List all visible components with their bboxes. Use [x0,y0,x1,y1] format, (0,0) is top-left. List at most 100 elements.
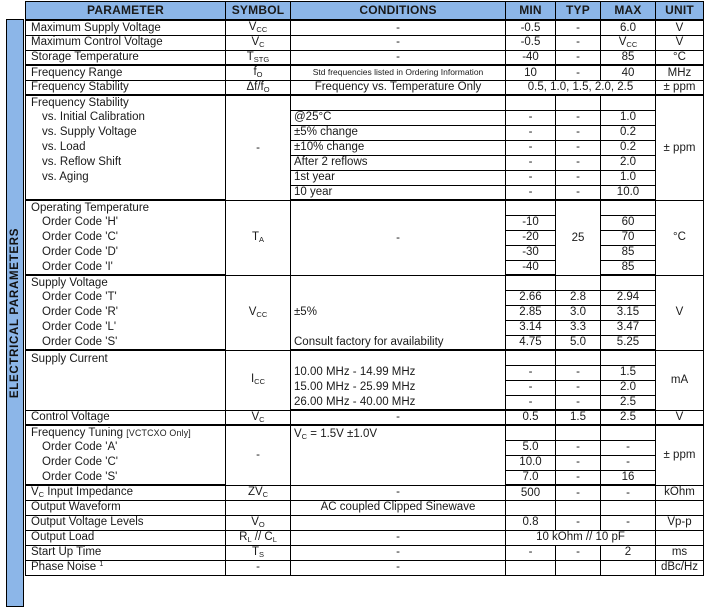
cell-max [600,499,656,516]
cell-max: 0.2 [600,124,656,141]
cell-min: -10 [505,214,556,231]
cell-parameter: Order Code 'A' [25,440,226,455]
column-header-typ: TYP [555,1,601,21]
cell-max: 1.0 [600,109,656,126]
cell-min: - [505,124,556,141]
cell-symbol: ZVC [225,484,291,501]
table-row-group-title: Supply Current ICC mA [25,349,704,411]
cell-symbol: VO [225,514,291,531]
cell-symbol: VCC [225,274,291,351]
column-header-conditions: CONDITIONS [290,1,506,21]
cell-max [600,199,656,216]
cell-unit: °C [655,199,704,276]
table-row: Output Waveform AC coupled Clipped Sinew… [25,499,704,516]
cell-parameter: vs. Supply Voltage [25,125,226,140]
cell-conditions: Frequency vs. Temperature Only [290,79,506,96]
cell-max [600,424,656,441]
cell-max: 85 [600,259,656,276]
cell-min: 0.8 [505,514,556,531]
parameters-table: PARAMETER SYMBOL CONDITIONS MIN TYP MAX … [25,1,704,576]
cell-symbol: VC [225,34,291,51]
table-row: Order Code 'T' 2.66 2.8 2.94 [25,289,704,306]
cell-typ: - [555,469,601,486]
column-header-max: MAX [600,1,656,21]
cell-conditions: 10 year [290,184,506,201]
cell-max: 0.2 [600,139,656,156]
column-header-min: MIN [505,1,556,21]
table-row: Order Code 'L' 3.14 3.3 3.47 [25,319,704,336]
cell-max: - [600,439,656,456]
table-row: Frequency Range fO Std frequencies liste… [25,64,704,81]
cell-min: 2.66 [505,289,556,306]
cell-parameter: Frequency Range [25,64,226,81]
cell-max: 1.5 [600,364,656,381]
cell-min: - [505,364,556,381]
cell-symbol: RL // CL [225,529,291,546]
cell-symbol: ICC [225,349,291,411]
cell-max: 2.5 [600,394,656,411]
cell-conditions: AC coupled Clipped Sinewave [290,499,506,516]
cell-conditions: @25°C [290,109,506,126]
cell-min: -40 [505,49,556,66]
cell-min: 7.0 [505,469,556,486]
group-title-text: Frequency Tuning [31,426,124,439]
cell-parameter: Order Code 'T' [25,290,226,305]
cell-unit: °C [655,49,704,66]
cell-typ [555,94,601,111]
table-row: VC Input Impedance ZVC - 500 - - kOhm [25,484,704,501]
cell-min: 2.85 [505,304,556,321]
cell-symbol [225,499,291,516]
cell-symbol: - [225,94,291,201]
cell-typ [555,424,601,441]
cell-symbol: VC [225,409,291,426]
table-row: Storage Temperature TSTG - -40 - 85 °C [25,49,704,66]
cell-symbol: fO [225,64,291,81]
table-row-group-title: Operating Temperature TA - 25 °C [25,199,704,276]
column-header-parameter: PARAMETER [25,1,226,21]
table-row: Phase Noise 1 - - dBc/Hz [25,559,704,576]
cell-symbol: VCC [225,19,291,36]
cell-group-title: Frequency Tuning [VCTCXO Only] [25,424,226,440]
column-header-symbol: SYMBOL [225,1,291,21]
column-header-unit: UNIT [655,1,704,21]
electrical-parameters-banner: ELECTRICAL PARAMETERS [6,19,24,607]
cell-min: 10 [505,64,556,81]
cell-max: 2.0 [600,154,656,171]
datasheet-electrical-parameters-table: ELECTRICAL PARAMETERS PARAMETER SYMBOL C… [0,0,704,614]
cell-typ: 2.8 [555,289,601,306]
cell-min: - [505,394,556,411]
cell-typ: 5.0 [555,334,601,351]
cell-min: -20 [505,229,556,246]
cell-min: - [505,139,556,156]
cell-typ: - [555,19,601,36]
cell-typ [555,559,601,576]
cell-unit: mA [655,349,704,411]
cell-max: 3.15 [600,304,656,321]
cell-typ: - [555,34,601,51]
cell-conditions: - [290,559,506,576]
cell-typ: 25 [555,199,601,276]
cell-symbol: - [225,424,291,486]
cell-value-span: 10 kOhm // 10 pF [505,529,656,546]
cell-max: 85 [600,49,656,66]
cell-parameter: Frequency Stability [25,79,226,96]
cell-typ: - [555,184,601,201]
cell-typ: - [555,49,601,66]
cell-min: 3.14 [505,319,556,336]
cell-max [600,559,656,576]
cell-parameter: Storage Temperature [25,49,226,66]
cell-typ: - [555,379,601,396]
cell-min [505,349,556,366]
table-row-group-title: Frequency Stability - ± ppm [25,94,704,201]
cell-symbol: TS [225,544,291,561]
cell-conditions [290,514,506,531]
cell-conditions [290,274,506,290]
table-row-group-title: Frequency Tuning [VCTCXO Only] - VC = 1.… [25,424,704,486]
cell-conditions [290,320,506,335]
cell-parameter: VC Input Impedance [25,484,226,501]
cell-min: - [505,184,556,201]
cell-conditions: After 2 reflows [290,154,506,171]
banner-label: ELECTRICAL PARAMETERS [9,227,21,399]
table-row: vs. Aging 1st year - - 1.0 [25,169,704,186]
cell-max: 10.0 [600,184,656,201]
